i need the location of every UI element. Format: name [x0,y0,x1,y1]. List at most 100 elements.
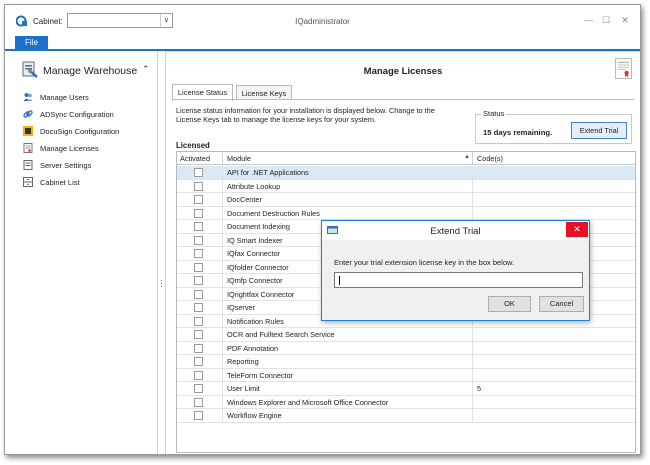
module-name: API for .NET Applications [227,168,309,177]
activated-checkbox[interactable] [194,384,203,393]
splitter-grip-icon[interactable]: · · · [160,276,163,291]
column-divider [222,206,223,219]
extend-trial-dialog: Extend Trial ✕ Enter your trial extensio… [321,220,590,321]
column-divider [222,260,223,273]
license-icon [23,143,33,153]
column-divider [472,382,473,395]
column-divider [222,314,223,327]
nav-item-server-settings[interactable]: Server Settings [23,159,153,173]
module-name: User Limit [227,384,260,393]
file-menu-button[interactable]: File [15,36,48,50]
nav-item-manage-users[interactable]: Manage Users [23,91,153,105]
nav-item-label: Cabinet List [40,178,80,187]
activated-checkbox[interactable] [194,262,203,272]
table-row[interactable]: Attribute Lookup [177,179,635,193]
nav-item-manage-licenses[interactable]: Manage Licenses [23,142,153,156]
activated-checkbox[interactable] [194,181,203,191]
activated-checkbox[interactable] [194,168,203,177]
column-header-activated[interactable]: Activated [180,154,210,163]
column-divider [222,355,223,368]
users-icon [23,93,33,101]
module-name: IQserver [227,303,255,312]
cabinet-icon [23,177,33,187]
nav-section-header[interactable]: Manage Warehouse ⌃ [21,61,151,81]
activated-checkbox[interactable] [194,370,203,380]
ok-button[interactable]: OK [488,296,531,312]
extend-trial-button[interactable]: Extend Trial [571,122,627,139]
close-window-button[interactable]: ✕ [619,15,631,26]
dialog-title-bar: Extend Trial ✕ [322,221,589,240]
activated-checkbox[interactable] [194,222,203,231]
activated-checkbox[interactable] [194,289,203,299]
table-row[interactable]: API for .NET Applications [177,166,635,180]
activated-checkbox[interactable] [194,411,203,420]
table-row[interactable]: Windows Explorer and Microsoft Office Co… [177,395,635,409]
activated-checkbox[interactable] [194,208,203,218]
column-divider [472,409,473,422]
table-row[interactable]: PDF Annotation [177,341,635,355]
table-row[interactable]: Workflow Engine [177,409,635,423]
module-name: IQ Smart Indexer [227,235,283,245]
tab-underline [172,99,634,100]
activated-checkbox[interactable] [194,357,203,366]
nav-item-cabinet-list[interactable]: Cabinet List [23,176,153,190]
column-divider [222,287,223,300]
module-name: Reporting [227,357,259,366]
app-window: Cabinet: v IQadministrator — ☐ ✕ File Ma… [4,4,641,455]
nav-item-label: Manage Licenses [40,144,99,153]
activated-checkbox[interactable] [194,343,203,353]
module-name: Document Destruction Rules [227,208,320,218]
module-name: IQfolder Connector [227,262,289,272]
page-title: Manage Licenses [363,66,443,77]
activated-checkbox[interactable] [194,195,203,204]
module-name: PDF Annotation [227,343,279,353]
column-divider [472,341,473,354]
column-header-codes[interactable]: Code(s) [477,154,503,163]
column-divider [472,395,473,408]
text-caret [339,276,340,285]
dialog-message: Enter your trial extension license key i… [334,258,515,267]
warehouse-icon [22,61,38,78]
table-row[interactable]: User Limit 5 [177,382,635,396]
module-name: IQfax Connector [227,249,281,258]
nav-header-title: Manage Warehouse [43,65,138,77]
minimize-button[interactable]: — [583,15,595,25]
column-divider [222,179,223,192]
nav-item-label: ADSync Configuration [40,110,114,119]
activated-checkbox[interactable] [194,330,203,339]
table-row[interactable]: Document Destruction Rules [177,206,635,220]
column-divider [222,301,223,314]
activated-checkbox[interactable] [194,316,203,326]
column-divider [472,206,473,219]
nav-item-docusign[interactable]: DocuSign Configuration [23,125,153,139]
licensed-section-label: Licensed [176,141,210,150]
column-divider [222,409,223,422]
module-name: Attribute Lookup [227,181,281,191]
module-name: TeleForm Connector [227,370,294,380]
nav-item-label: DocuSign Configuration [40,127,120,136]
activated-checkbox[interactable] [194,397,203,407]
tab-license-keys[interactable]: License Keys [236,85,292,100]
activated-checkbox[interactable] [194,303,203,312]
sort-ascending-icon: ▲ [464,154,470,160]
panel-splitter[interactable]: · · · [157,51,164,454]
cancel-button[interactable]: Cancel [539,296,584,312]
table-row[interactable]: TeleForm Connector [177,368,635,382]
activated-checkbox[interactable] [194,235,203,245]
activated-checkbox[interactable] [194,276,203,285]
table-row[interactable]: Reporting [177,355,635,369]
column-header-module[interactable]: Module [227,154,251,163]
module-name: Notification Rules [227,316,284,326]
chevron-up-icon[interactable]: ⌃ [142,64,150,75]
column-divider [222,247,223,260]
nav-item-adsync[interactable]: ADSync Configuration [23,108,153,122]
activated-checkbox[interactable] [194,249,203,258]
title-bar: Cabinet: v IQadministrator — ☐ ✕ [5,5,640,35]
maximize-button[interactable]: ☐ [600,15,612,26]
dialog-close-button[interactable]: ✕ [566,222,588,237]
table-row[interactable]: DocCenter [177,193,635,207]
trial-key-input[interactable] [334,272,583,288]
table-row[interactable]: OCR and Fulltext Search Service [177,328,635,342]
status-legend: Status [481,109,507,118]
column-divider [222,233,223,246]
